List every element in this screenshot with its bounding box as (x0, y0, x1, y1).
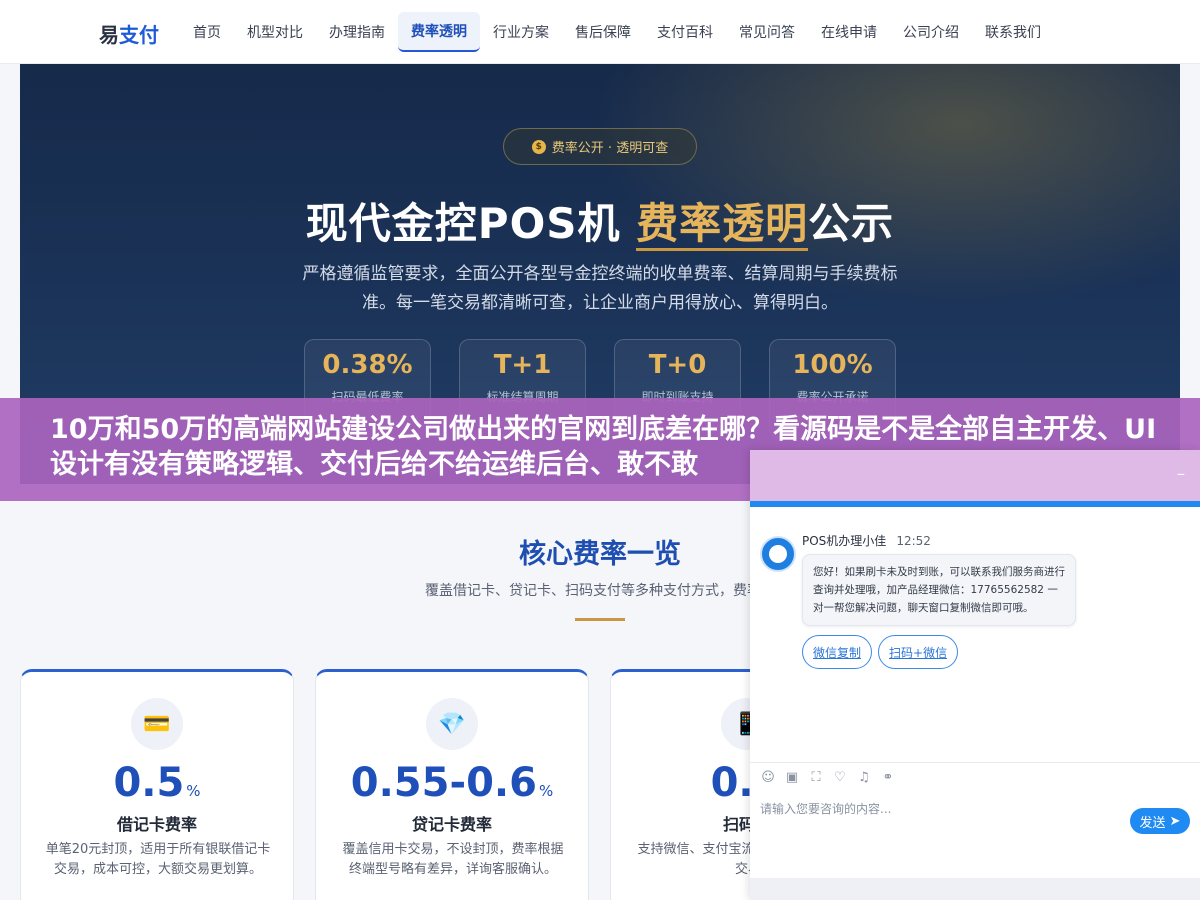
card-icon: 💳 (131, 698, 183, 750)
hero-title-post: 公示 (808, 199, 895, 248)
nav-item[interactable]: 机型对比 (234, 12, 316, 52)
rate-icon[interactable]: ♡ (832, 770, 848, 786)
quick-buttons: 微信复制 扫码+微信 (802, 635, 959, 669)
rate-unit: % (538, 782, 554, 800)
section-divider (575, 618, 625, 621)
agent-avatar (760, 536, 796, 572)
logo-text-black: 易 (99, 23, 119, 47)
nav-item[interactable]: 支付百科 (644, 12, 726, 52)
chat-header[interactable] (750, 450, 1200, 502)
nav-menu: 首页 机型对比 办理指南 费率透明 行业方案 售后保障 支付百科 常见问答 在线申请 公司介绍 联系… (180, 12, 1054, 52)
link-icon[interactable]: ⚭ (880, 770, 896, 786)
nav-item[interactable]: 常见问答 (726, 12, 808, 52)
chat-message-bubble: 您好！如果刷卡未及时到账，可以联系我们服务商进行查询并处理哦，加产品经理微信：1… (802, 554, 1076, 626)
voice-icon[interactable]: ♫ (856, 770, 872, 786)
rate-unit: % (186, 782, 201, 800)
rate-description: 单笔20元封顶，适用于所有银联借记卡交易，成本可控，大额交易更划算。 (45, 842, 271, 877)
agent-time: 12:52 (896, 534, 931, 548)
chat-widget: – POS机办理小佳 12:52 您好！如果刷卡未及时到账，可以联系我们服务商进行… (750, 450, 1200, 900)
send-label: 发送 (1139, 815, 1166, 831)
image-icon[interactable]: ▣ (784, 770, 800, 786)
quick-button[interactable]: 微信复制 (802, 635, 873, 669)
hero-title-pre: 现代金控POS机 (305, 199, 637, 248)
coin-icon: $ (531, 139, 546, 154)
send-button[interactable]: 发送 ➤ (1130, 808, 1190, 834)
agent-name: POS机办理小佳 (802, 534, 887, 548)
rate-number: 0.55-0.6 (350, 760, 537, 806)
rate-card: 💎 0.55-0.6% 贷记卡费率覆盖信用卡交易，不设封顶，费率根据终端型号略有差异… (315, 669, 589, 900)
nav-item[interactable]: 公司介绍 (890, 12, 972, 52)
stat-value: T+1 (493, 350, 552, 380)
nav-item[interactable]: 办理指南 (316, 12, 398, 52)
nav-item[interactable]: 首页 (180, 12, 234, 52)
nav-item[interactable]: 行业方案 (480, 12, 562, 52)
nav-item[interactable]: 联系我们 (972, 12, 1054, 52)
hero-title-highlight: 费率透明 (636, 199, 809, 251)
top-navbar: 易支付 首页 机型对比 办理指南 费率透明 行业方案 售后保障 支付百科 常见问答 在线申请 公司… (0, 0, 1200, 64)
rate-name: 贷记卡费率 (411, 815, 492, 834)
nav-item[interactable]: 售后保障 (562, 12, 644, 52)
hero-badge-text: 费率公开 · 透明可查 (551, 141, 669, 156)
chat-footer (750, 878, 1200, 900)
nav-item[interactable]: 在线申请 (808, 12, 890, 52)
send-arrow-icon: ➤ (1169, 813, 1181, 829)
hero-title: 现代金控POS机 费率透明公示 (20, 190, 1180, 251)
agent-info: POS机办理小佳 12:52 (802, 532, 931, 549)
chat-header-bar (750, 501, 1200, 507)
stat-value: T+0 (648, 350, 707, 380)
emoji-icon[interactable]: ☺ (760, 770, 776, 786)
rate-value: 0.5% (21, 760, 293, 806)
stat-value: 0.38% (322, 350, 413, 380)
chat-divider (750, 762, 1200, 763)
screenshot-icon[interactable]: ⛶ (808, 770, 824, 786)
nav-item[interactable]: 费率透明 (398, 12, 480, 52)
rate-name: 借记卡费率 (116, 815, 197, 834)
logo-text-blue: 支付 (119, 23, 159, 47)
quick-button[interactable]: 扫码+微信 (878, 635, 959, 669)
rate-description: 覆盖信用卡交易，不设封顶，费率根据终端型号略有差异，详询客服确认。 (342, 842, 564, 877)
rate-value: 0.55-0.6% (316, 760, 588, 806)
hero-description: 严格遵循监管要求，全面公开各型号金控终端的收单费率、结算周期与手续费标准。每一笔… (302, 264, 898, 313)
minimize-icon[interactable]: – (1170, 464, 1192, 486)
chat-input[interactable]: 请输入您要咨询的内容... (760, 800, 1120, 817)
site-logo[interactable]: 易支付 (99, 19, 159, 48)
rate-card: 💳 0.5% 借记卡费率单笔20元封顶，适用于所有银联借记卡交易，成本可控，大额交易… (20, 669, 294, 900)
chat-toolbar: ☺ ▣ ⛶ ♡ ♫ ⚭ (760, 770, 896, 786)
stat-value: 100% (792, 350, 873, 380)
hero-badge: $ 费率公开 · 透明可查 (503, 128, 697, 165)
diamond-icon: 💎 (426, 698, 478, 750)
rate-number: 0.5 (113, 760, 185, 806)
